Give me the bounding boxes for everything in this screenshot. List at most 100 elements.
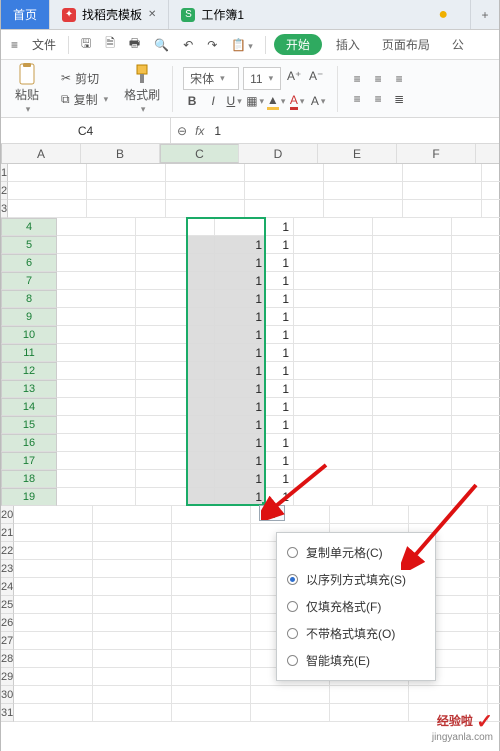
cell[interactable] bbox=[452, 398, 500, 416]
cell[interactable] bbox=[136, 254, 215, 272]
cell[interactable] bbox=[172, 578, 251, 596]
row-header[interactable]: 28 bbox=[1, 650, 14, 668]
cell[interactable] bbox=[452, 488, 500, 506]
font-family-select[interactable]: 宋体 bbox=[183, 67, 239, 90]
cell[interactable] bbox=[294, 236, 373, 254]
row-header[interactable]: 18 bbox=[1, 470, 57, 488]
cell[interactable] bbox=[330, 686, 409, 704]
cell[interactable] bbox=[403, 164, 482, 182]
cell[interactable] bbox=[373, 344, 452, 362]
cell[interactable] bbox=[93, 578, 172, 596]
row-header[interactable]: 3 bbox=[1, 200, 8, 218]
cell[interactable] bbox=[93, 596, 172, 614]
cell[interactable] bbox=[482, 164, 500, 182]
row-header[interactable]: 7 bbox=[1, 272, 57, 290]
cell[interactable] bbox=[373, 416, 452, 434]
format-painter-button[interactable]: 格式刷 bbox=[122, 63, 162, 115]
cell[interactable] bbox=[294, 290, 373, 308]
cell[interactable] bbox=[330, 704, 409, 722]
cell[interactable] bbox=[87, 182, 166, 200]
redo-icon[interactable]: ↷ bbox=[203, 36, 221, 54]
zoom-out-icon[interactable]: ⊖ bbox=[177, 124, 187, 138]
cell[interactable] bbox=[8, 164, 87, 182]
cell[interactable] bbox=[373, 470, 452, 488]
cell[interactable] bbox=[294, 344, 373, 362]
menu-fill-formats[interactable]: 仅填充格式(F) bbox=[277, 593, 435, 620]
cell[interactable]: 1 bbox=[215, 380, 294, 398]
print-icon[interactable]: 🖶 bbox=[125, 32, 144, 57]
cell[interactable] bbox=[294, 434, 373, 452]
row-header[interactable]: 12 bbox=[1, 362, 57, 380]
row-header[interactable]: 11 bbox=[1, 344, 57, 362]
cell[interactable] bbox=[136, 488, 215, 506]
cell[interactable] bbox=[14, 560, 93, 578]
align-bottom-icon[interactable]: ≡ bbox=[390, 70, 408, 88]
cell[interactable] bbox=[294, 272, 373, 290]
cell[interactable] bbox=[373, 326, 452, 344]
ribbon-tab-insert[interactable]: 插入 bbox=[328, 34, 368, 55]
close-icon[interactable]: ✕ bbox=[148, 9, 156, 20]
cell[interactable]: 1 bbox=[215, 272, 294, 290]
cell[interactable] bbox=[14, 614, 93, 632]
italic-button[interactable]: I bbox=[204, 92, 222, 110]
cell[interactable]: 1 bbox=[215, 362, 294, 380]
menu-fill-noformat[interactable]: 不带格式填充(O) bbox=[277, 620, 435, 647]
row-header[interactable]: 29 bbox=[1, 668, 14, 686]
cell[interactable]: 1 bbox=[215, 344, 294, 362]
cell[interactable] bbox=[57, 488, 136, 506]
cell[interactable] bbox=[93, 506, 172, 524]
cell[interactable] bbox=[452, 326, 500, 344]
cell[interactable] bbox=[172, 704, 251, 722]
cell[interactable] bbox=[294, 470, 373, 488]
row-header[interactable]: 4 bbox=[1, 218, 57, 236]
row-header[interactable]: 25 bbox=[1, 596, 14, 614]
cell[interactable] bbox=[57, 272, 136, 290]
cell[interactable] bbox=[488, 632, 500, 650]
cell[interactable] bbox=[57, 398, 136, 416]
cell[interactable] bbox=[172, 686, 251, 704]
cell[interactable] bbox=[166, 200, 245, 218]
cell[interactable] bbox=[136, 398, 215, 416]
cell[interactable] bbox=[136, 236, 215, 254]
paste-button[interactable]: 粘贴 bbox=[7, 63, 47, 115]
cell[interactable] bbox=[172, 650, 251, 668]
cell[interactable] bbox=[294, 488, 373, 506]
cell[interactable] bbox=[373, 308, 452, 326]
fx-icon[interactable]: fx bbox=[195, 124, 204, 138]
cell[interactable] bbox=[488, 578, 500, 596]
cell[interactable] bbox=[87, 164, 166, 182]
cell[interactable] bbox=[373, 290, 452, 308]
cell[interactable] bbox=[93, 650, 172, 668]
save-as-icon[interactable]: 🗎 bbox=[101, 32, 119, 57]
cell[interactable] bbox=[452, 272, 500, 290]
row-header[interactable]: 27 bbox=[1, 632, 14, 650]
cell[interactable] bbox=[57, 290, 136, 308]
cell[interactable] bbox=[488, 560, 500, 578]
font-color-button[interactable]: A bbox=[288, 92, 306, 110]
cell[interactable] bbox=[57, 308, 136, 326]
tab-workbook[interactable]: S 工作簿1 ● bbox=[169, 0, 471, 29]
cell[interactable]: 1 bbox=[215, 254, 294, 272]
align-center-icon[interactable]: ≡ bbox=[369, 90, 387, 108]
cell[interactable] bbox=[14, 506, 93, 524]
cell[interactable] bbox=[324, 164, 403, 182]
cell[interactable] bbox=[488, 596, 500, 614]
cell[interactable] bbox=[136, 290, 215, 308]
tab-template[interactable]: ✦ 找稻壳模板 ✕ bbox=[50, 0, 169, 29]
row-header[interactable]: 15 bbox=[1, 416, 57, 434]
cell[interactable] bbox=[373, 434, 452, 452]
cell[interactable] bbox=[93, 524, 172, 542]
cell[interactable]: 1 bbox=[215, 326, 294, 344]
cell[interactable] bbox=[488, 650, 500, 668]
column-header[interactable]: F bbox=[397, 144, 476, 163]
cell[interactable] bbox=[324, 200, 403, 218]
cell[interactable] bbox=[452, 470, 500, 488]
cell[interactable] bbox=[57, 218, 136, 236]
cell[interactable] bbox=[373, 254, 452, 272]
cell[interactable]: 1 bbox=[215, 452, 294, 470]
autofill-options-button[interactable] bbox=[259, 505, 285, 521]
row-header[interactable]: 26 bbox=[1, 614, 14, 632]
tab-home[interactable]: 首页 bbox=[1, 0, 50, 29]
cell[interactable] bbox=[93, 542, 172, 560]
cell[interactable] bbox=[172, 560, 251, 578]
